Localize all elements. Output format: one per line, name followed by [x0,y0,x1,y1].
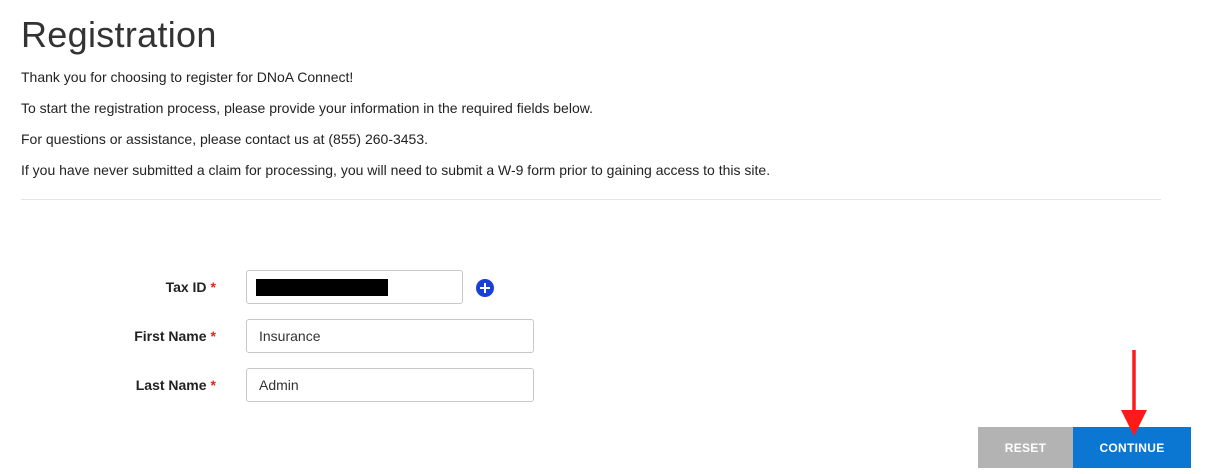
redacted-tax-id [256,279,388,296]
last-name-label-text: Last Name [135,377,207,393]
tax-id-row: Tax ID * [0,270,700,304]
reset-button[interactable]: RESET [978,427,1073,468]
first-name-label-text: First Name [134,328,207,344]
last-name-label: Last Name * [136,368,216,402]
section-divider [21,199,1161,200]
page-title: Registration [21,14,217,55]
add-tax-id-icon[interactable] [476,279,494,297]
intro-line-contact: For questions or assistance, please cont… [21,131,429,147]
first-name-row: First Name * [0,319,700,353]
intro-line-welcome: Thank you for choosing to register for D… [21,69,354,85]
tax-id-label-text: Tax ID [165,279,207,295]
first-name-label: First Name * [134,319,216,353]
last-name-input[interactable] [246,368,534,402]
first-name-input[interactable] [246,319,534,353]
intro-line-w9: If you have never submitted a claim for … [21,162,771,178]
red-arrow-down-icon [1121,350,1147,436]
required-marker: * [210,279,216,295]
required-marker: * [210,328,216,344]
intro-text: Thank you for choosing to register for D… [21,68,770,192]
last-name-row: Last Name * [0,368,700,402]
intro-line-instructions: To start the registration process, pleas… [21,100,593,116]
tax-id-label: Tax ID * [166,270,216,304]
required-marker: * [210,377,216,393]
